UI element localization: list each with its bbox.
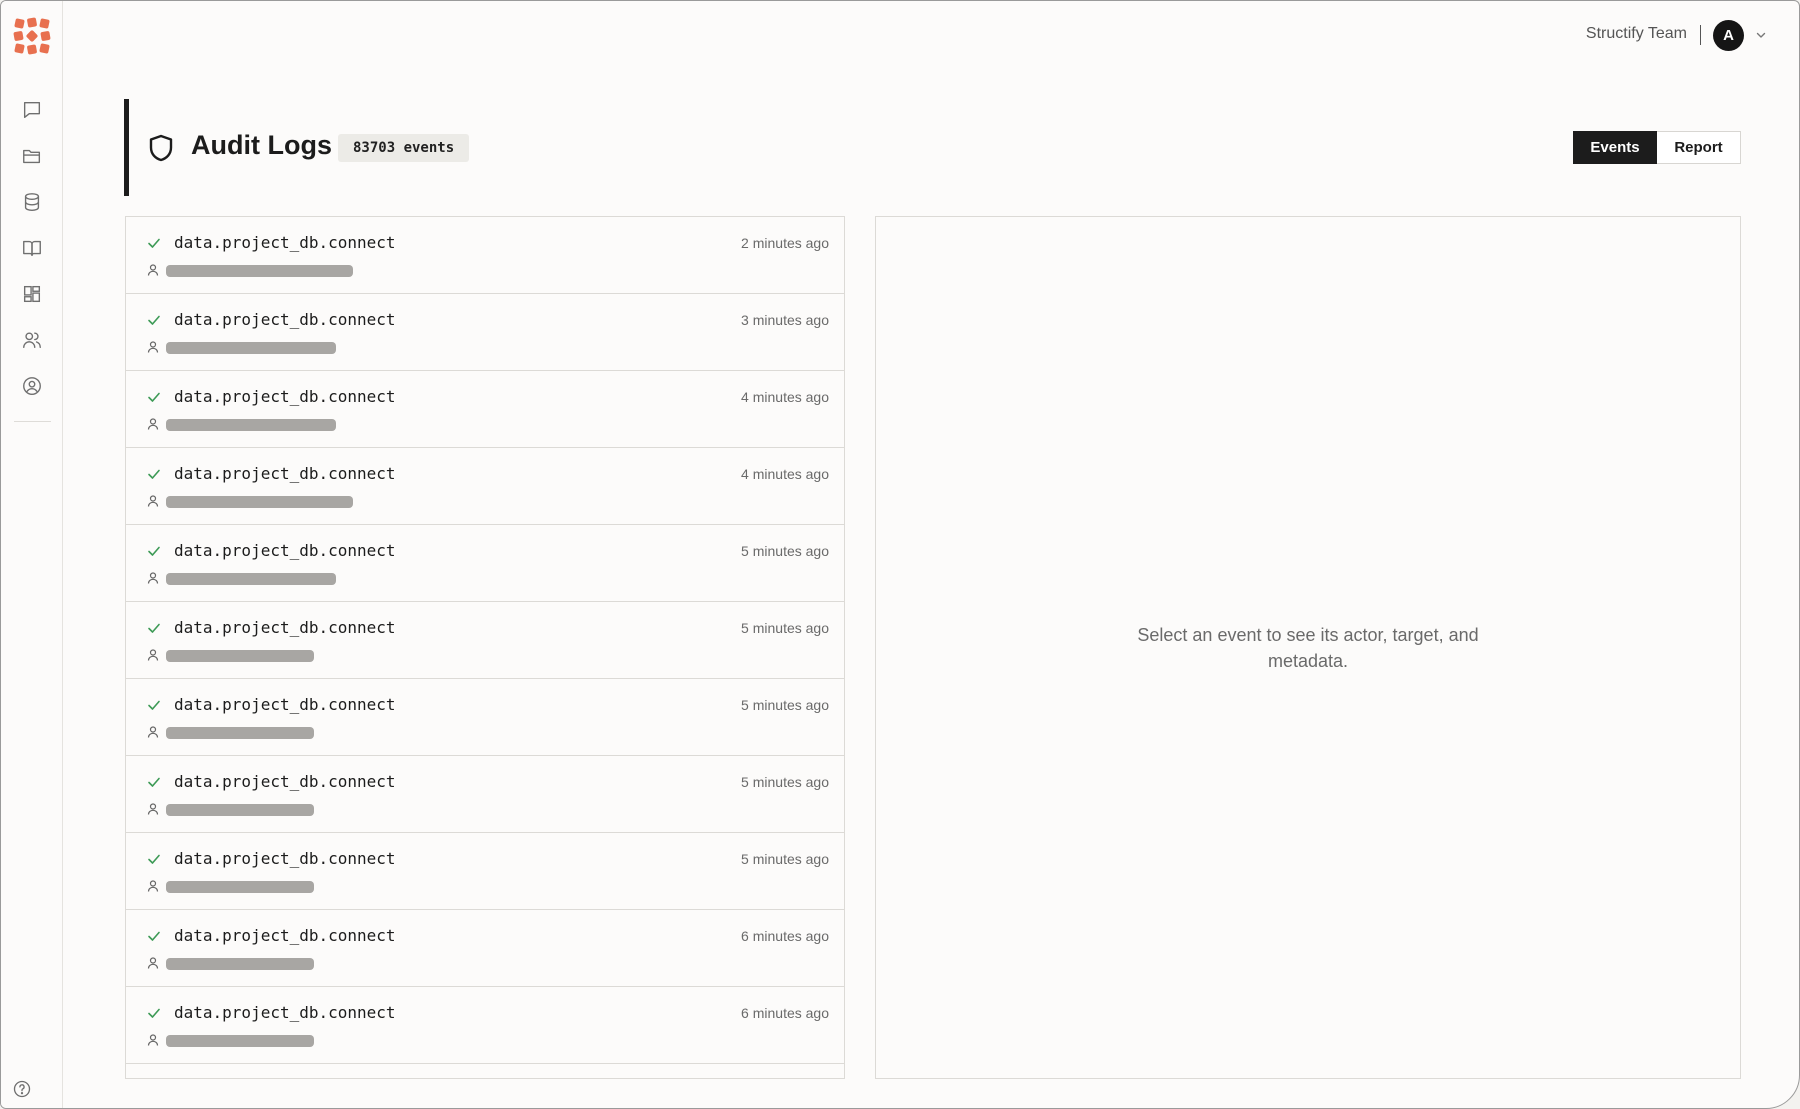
page-title: Audit Logs [191, 130, 332, 160]
redacted-actor [166, 958, 314, 970]
event-row[interactable]: data.project_db.connect 6 minutes ago [126, 987, 844, 1064]
event-timestamp: 2 minutes ago [741, 235, 829, 251]
shield-icon [147, 133, 175, 163]
check-icon [146, 620, 162, 636]
user-icon [146, 802, 160, 816]
topbar-divider [1700, 25, 1701, 45]
event-row[interactable]: data.project_db.connect 5 minutes ago [126, 602, 844, 679]
check-icon [146, 235, 162, 251]
event-timestamp: 5 minutes ago [741, 774, 829, 790]
check-icon [146, 543, 162, 559]
chevron-down-icon[interactable] [1753, 27, 1769, 43]
event-name: data.project_db.connect [174, 387, 396, 406]
app-window: Structify Team A Audit Logs 83703 events… [0, 0, 1800, 1109]
redacted-actor [166, 1035, 314, 1047]
event-row[interactable]: data.project_db.connect 5 minutes ago [126, 525, 844, 602]
event-timestamp: 5 minutes ago [741, 851, 829, 867]
event-detail-panel: Select an event to see its actor, target… [875, 216, 1741, 1079]
detail-empty-message: Select an event to see its actor, target… [1137, 624, 1479, 671]
event-name: data.project_db.connect [174, 541, 396, 560]
event-row[interactable]: data.project_db.connect 5 minutes ago [126, 756, 844, 833]
user-icon [146, 494, 160, 508]
sidebar-item-projects[interactable] [16, 140, 48, 172]
user-icon [146, 879, 160, 893]
event-name: data.project_db.connect [174, 695, 396, 714]
redacted-actor [166, 881, 314, 893]
book-icon [23, 240, 41, 257]
event-name: data.project_db.connect [174, 849, 396, 868]
sidebar-item-docs[interactable] [16, 232, 48, 264]
chat-icon [23, 101, 41, 119]
event-row[interactable]: data.project_db.connect 4 minutes ago [126, 448, 844, 525]
redacted-actor [166, 573, 336, 585]
event-timestamp: 4 minutes ago [741, 466, 829, 482]
check-icon [146, 928, 162, 944]
sidebar-item-data[interactable] [16, 186, 48, 218]
event-timestamp: 5 minutes ago [741, 620, 829, 636]
database-icon [24, 193, 40, 211]
sidebar-item-account[interactable] [16, 370, 48, 402]
redacted-actor [166, 804, 314, 816]
event-timestamp: 4 minutes ago [741, 389, 829, 405]
event-count-badge: 83703 events [338, 134, 470, 162]
redacted-actor [166, 727, 314, 739]
folder-icon [23, 149, 41, 164]
user-icon [146, 340, 160, 354]
event-name: data.project_db.connect [174, 772, 396, 791]
user-icon [146, 571, 160, 585]
event-name: data.project_db.connect [174, 618, 396, 637]
help-icon[interactable] [11, 1078, 33, 1100]
redacted-actor [166, 265, 353, 277]
event-timestamp: 6 minutes ago [741, 928, 829, 944]
redacted-actor [166, 650, 314, 662]
user-icon [146, 956, 160, 970]
user-icon [146, 417, 160, 431]
check-icon [146, 389, 162, 405]
user-icon [146, 648, 160, 662]
check-icon [146, 774, 162, 790]
event-row[interactable]: data.project_db.connect 2 minutes ago [126, 217, 844, 294]
team-name[interactable]: Structify Team [1586, 25, 1687, 43]
tab-events[interactable]: Events [1573, 131, 1657, 164]
redacted-actor [166, 419, 336, 431]
sidebar-item-team[interactable] [16, 324, 48, 356]
user-icon [146, 725, 160, 739]
check-icon [146, 697, 162, 713]
structify-logo[interactable] [13, 17, 51, 55]
user-icon [146, 1033, 160, 1047]
check-icon [146, 312, 162, 328]
user-circle-icon [23, 377, 41, 395]
event-row[interactable]: data.project_db.connect 4 minutes ago [126, 371, 844, 448]
event-name: data.project_db.connect [174, 926, 396, 945]
sidebar-item-chat[interactable] [16, 94, 48, 126]
event-name: data.project_db.connect [174, 233, 396, 252]
event-name: data.project_db.connect [174, 310, 396, 329]
users-icon [23, 332, 41, 349]
sidebar [1, 1, 63, 1108]
header-accent-bar [124, 99, 129, 196]
tab-report[interactable]: Report [1657, 131, 1741, 164]
event-timestamp: 5 minutes ago [741, 543, 829, 559]
event-row[interactable]: data.project_db.connect 6 minutes ago [126, 910, 844, 987]
event-row[interactable]: data.project_db.connect 5 minutes ago [126, 679, 844, 756]
sidebar-item-dashboard[interactable] [16, 278, 48, 310]
event-timestamp: 6 minutes ago [741, 1005, 829, 1021]
redacted-actor [166, 342, 336, 354]
dashboard-icon [23, 285, 41, 303]
sidebar-divider [14, 421, 51, 422]
event-list: data.project_db.connect 2 minutes ago data… [125, 216, 845, 1079]
check-icon [146, 1005, 162, 1021]
event-row[interactable]: data.project_db.connect 3 minutes ago [126, 294, 844, 371]
event-timestamp: 3 minutes ago [741, 312, 829, 328]
event-timestamp: 5 minutes ago [741, 697, 829, 713]
check-icon [146, 851, 162, 867]
redacted-actor [166, 496, 353, 508]
event-row[interactable]: data.project_db.connect 5 minutes ago [126, 833, 844, 910]
event-name: data.project_db.connect [174, 464, 396, 483]
avatar[interactable]: A [1713, 20, 1744, 51]
event-name: data.project_db.connect [174, 1003, 396, 1022]
check-icon [146, 466, 162, 482]
user-icon [146, 263, 160, 277]
